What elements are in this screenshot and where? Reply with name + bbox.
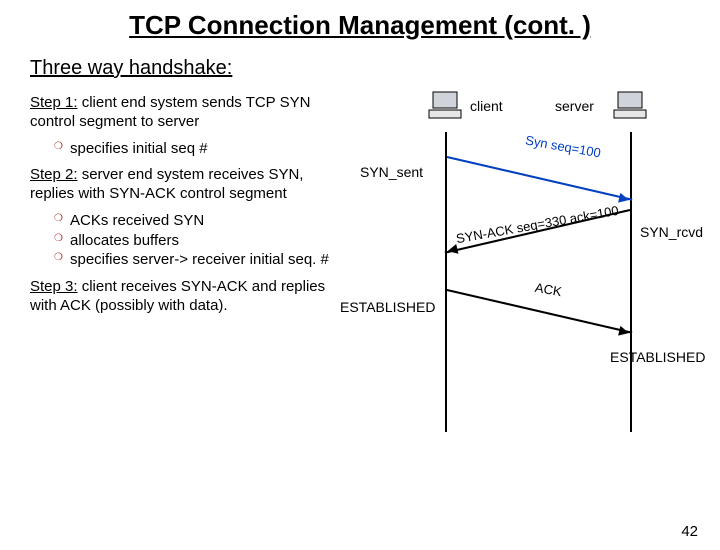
msg-synack: SYN-ACK seq=330 ack=100 — [455, 203, 620, 246]
step-1-bullets: specifies initial seq # — [30, 140, 330, 159]
server-timeline — [630, 132, 632, 432]
client-timeline — [445, 132, 447, 432]
step-2: Step 2: server end system receives SYN, … — [30, 166, 330, 204]
step-2-bullet-1: ACKs received SYN — [54, 212, 330, 231]
server-icon — [610, 90, 650, 120]
step-1-label: Step 1: — [30, 94, 78, 111]
step-2-bullet-3: specifies server-> receiver initial seq.… — [54, 251, 330, 270]
section-subtitle: Three way handshake: — [30, 57, 720, 80]
step-2-bullet-2: allocates buffers — [54, 232, 330, 251]
step-2-label: Step 2: — [30, 166, 78, 183]
state-syn-rcvd: SYN_rcvd — [640, 224, 703, 240]
step-1-bullet-1: specifies initial seq # — [54, 140, 330, 159]
step-3: Step 3: client receives SYN-ACK and repl… — [30, 278, 330, 316]
step-3-label: Step 3: — [30, 278, 78, 295]
server-label: server — [555, 98, 594, 114]
step-2-bullets: ACKs received SYN allocates buffers spec… — [30, 212, 330, 270]
state-established-client: ESTABLISHED — [340, 299, 435, 315]
state-syn-sent: SYN_sent — [360, 164, 423, 180]
msg-syn: Syn seq=100 — [524, 132, 602, 160]
arrow-syn — [447, 156, 633, 201]
client-icon — [425, 90, 465, 120]
msg-ack: ACK — [534, 280, 563, 299]
sequence-diagram: client server Syn seq=100 SYN-ACK seq=33… — [330, 94, 700, 454]
state-established-server: ESTABLISHED — [610, 349, 705, 365]
steps-column: Step 1: client end system sends TCP SYN … — [30, 94, 330, 454]
step-1: Step 1: client end system sends TCP SYN … — [30, 94, 330, 132]
client-label: client — [470, 98, 503, 114]
page-title: TCP Connection Management (cont. ) — [0, 10, 720, 41]
content-area: Step 1: client end system sends TCP SYN … — [0, 94, 720, 454]
slide-number: 42 — [681, 523, 698, 540]
